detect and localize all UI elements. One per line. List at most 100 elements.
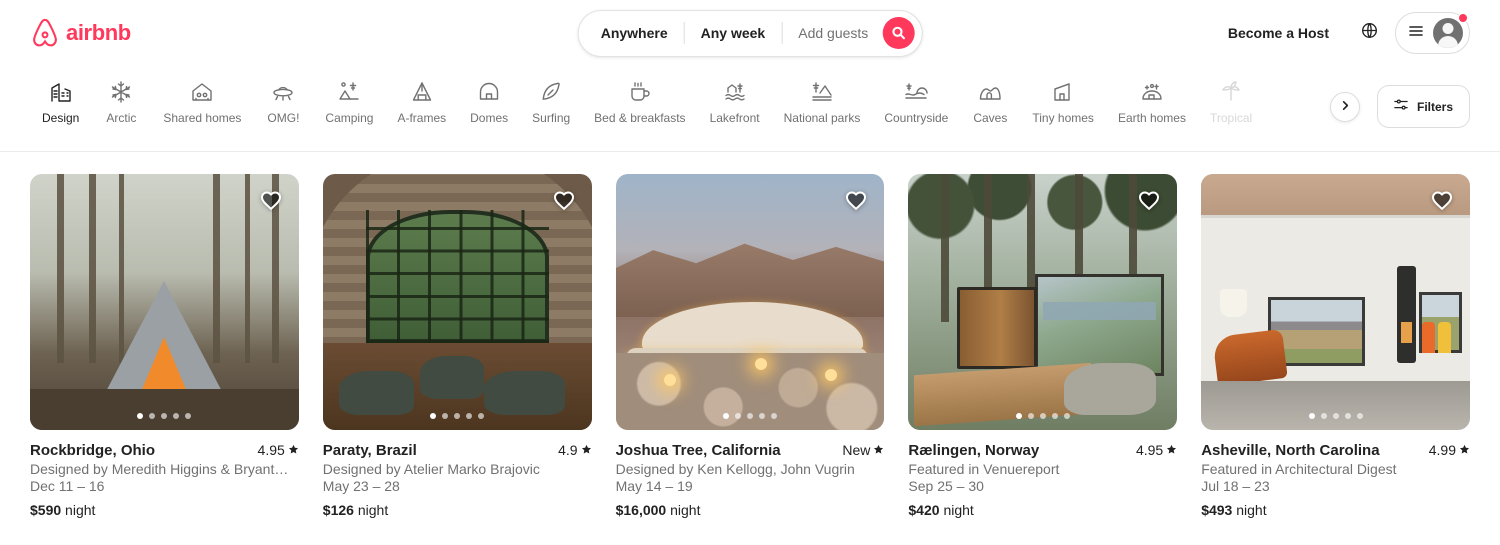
listing-card[interactable]: Joshua Tree, California New Designed by … bbox=[615, 174, 885, 518]
category-item-arctic[interactable]: Arctic bbox=[91, 66, 151, 125]
listing-price-unit: night bbox=[357, 502, 389, 518]
category-item-camping[interactable]: Camping bbox=[313, 66, 385, 125]
favorite-heart-icon[interactable] bbox=[1137, 188, 1161, 212]
photo-dot[interactable] bbox=[478, 413, 485, 419]
photo-dot[interactable] bbox=[137, 413, 144, 419]
photo-dot[interactable] bbox=[454, 413, 461, 419]
listing-price: $126 night bbox=[323, 502, 592, 518]
listing-photo-asheville bbox=[1201, 174, 1470, 430]
photo-dot[interactable] bbox=[1320, 413, 1327, 419]
photo-dot[interactable] bbox=[746, 413, 753, 419]
photo-dot[interactable] bbox=[442, 413, 449, 419]
listing-image[interactable] bbox=[908, 174, 1178, 430]
listing-price: $16,000 night bbox=[616, 502, 885, 518]
favorite-heart-icon[interactable] bbox=[1430, 188, 1454, 212]
photo-dot[interactable] bbox=[1332, 413, 1339, 419]
photo-dot[interactable] bbox=[1308, 413, 1315, 419]
photo-dot[interactable] bbox=[1344, 413, 1351, 419]
search-bar[interactable]: Anywhere Any week Add guests bbox=[577, 9, 923, 57]
category-next-button[interactable] bbox=[1330, 92, 1360, 122]
listing-dates: Jul 18 – 23 bbox=[1201, 478, 1270, 494]
category-item-domes[interactable]: Domes bbox=[458, 66, 520, 125]
category-scroller[interactable]: Design Arctic Shared homes OMG! Camping A-fra… bbox=[30, 66, 1361, 125]
photo-dot[interactable] bbox=[173, 413, 180, 419]
category-item-omg[interactable]: OMG! bbox=[253, 66, 313, 125]
category-item-surfing[interactable]: Surfing bbox=[520, 66, 582, 125]
listing-price-amount: $493 bbox=[1201, 502, 1233, 518]
category-item-earth-homes[interactable]: Earth homes bbox=[1106, 66, 1198, 125]
listing-dates: May 23 – 28 bbox=[322, 478, 400, 494]
photo-dot[interactable] bbox=[430, 413, 437, 419]
photo-dot[interactable] bbox=[466, 413, 473, 419]
listing-image[interactable] bbox=[615, 174, 885, 430]
category-label: Caves bbox=[973, 111, 1008, 125]
star-icon bbox=[288, 442, 299, 458]
photo-dot[interactable] bbox=[185, 413, 192, 419]
listing-image[interactable] bbox=[1201, 174, 1470, 430]
category-item-bed-breakfasts[interactable]: Bed & breakfasts bbox=[582, 66, 697, 125]
category-item-countryside[interactable]: Countryside bbox=[872, 66, 960, 125]
photo-dot[interactable] bbox=[734, 413, 741, 419]
listing-card[interactable]: Rælingen, Norway 4.95 Featured in Venuer… bbox=[908, 174, 1178, 518]
listing-dates: Dec 11 – 16 bbox=[30, 478, 105, 494]
category-label: Domes bbox=[470, 111, 509, 125]
category-label: Earth homes bbox=[1117, 111, 1186, 125]
filters-button[interactable]: Filters bbox=[1376, 85, 1470, 128]
profile-menu-button[interactable] bbox=[1395, 12, 1470, 54]
listing-card[interactable]: Rockbridge, Ohio 4.95 Designed by Meredi… bbox=[30, 174, 299, 518]
favorite-heart-icon[interactable] bbox=[552, 188, 576, 212]
countryside-icon bbox=[904, 80, 929, 104]
photo-dot[interactable] bbox=[161, 413, 168, 419]
listing-rating: New bbox=[842, 442, 884, 458]
category-label: Bed & breakfasts bbox=[594, 111, 686, 125]
listing-image[interactable] bbox=[322, 174, 592, 430]
airbnb-bélo-icon bbox=[30, 17, 60, 49]
category-item-design[interactable]: Design bbox=[30, 66, 91, 125]
airbnb-wordmark: airbnb bbox=[66, 20, 131, 45]
listing-price-amount: $126 bbox=[322, 502, 354, 518]
category-item-national-parks[interactable]: National parks bbox=[772, 66, 873, 125]
photo-dot[interactable] bbox=[1039, 413, 1046, 419]
category-item-caves[interactable]: Caves bbox=[960, 66, 1020, 125]
category-item-a-frames[interactable]: A-frames bbox=[385, 66, 458, 125]
listing-price-unit: night bbox=[1236, 502, 1267, 518]
star-icon bbox=[1166, 442, 1177, 458]
airbnb-logo[interactable]: airbnb bbox=[30, 17, 131, 49]
listing-price-unit: night bbox=[670, 502, 701, 518]
listing-subtitle: Designed by Meredith Higgins & Bryant… bbox=[30, 461, 289, 477]
photo-dot[interactable] bbox=[1027, 413, 1034, 419]
search-dates-segment[interactable]: Any week bbox=[685, 25, 782, 41]
photo-dot[interactable] bbox=[1063, 413, 1070, 419]
listing-title: Rælingen, Norway bbox=[908, 442, 1040, 459]
photo-dot[interactable] bbox=[770, 413, 777, 419]
hamburger-menu-icon bbox=[1408, 23, 1424, 44]
photo-dot[interactable] bbox=[1051, 413, 1058, 419]
category-item-shared-homes[interactable]: Shared homes bbox=[151, 66, 253, 125]
search-submit-button[interactable] bbox=[882, 17, 915, 49]
listing-price-amount: $590 bbox=[30, 502, 62, 518]
listing-dates: Sep 25 – 30 bbox=[908, 478, 984, 494]
photo-dot[interactable] bbox=[722, 413, 729, 419]
listing-card[interactable]: Asheville, North Carolina 4.99 Featured … bbox=[1201, 174, 1470, 518]
earth-home-icon bbox=[1140, 80, 1164, 104]
favorite-heart-icon[interactable] bbox=[259, 188, 283, 212]
listing-price-unit: night bbox=[65, 502, 96, 518]
photo-dot[interactable] bbox=[1356, 413, 1363, 419]
search-guests-segment[interactable]: Add guests bbox=[782, 25, 882, 41]
listing-card[interactable]: Paraty, Brazil 4.9 Designed by Atelier M… bbox=[322, 174, 592, 518]
category-item-tiny-homes[interactable]: Tiny homes bbox=[1020, 66, 1106, 125]
language-globe-button[interactable] bbox=[1349, 13, 1389, 53]
category-item-lakefront[interactable]: Lakefront bbox=[698, 66, 772, 125]
listing-price-amount: $16,000 bbox=[615, 502, 667, 518]
become-a-host-button[interactable]: Become a Host bbox=[1214, 13, 1343, 53]
user-avatar-icon bbox=[1433, 18, 1463, 48]
category-item-tropical[interactable]: Tropical bbox=[1198, 66, 1264, 125]
photo-dot[interactable] bbox=[149, 413, 156, 419]
listing-image[interactable] bbox=[30, 174, 299, 430]
photo-dot[interactable] bbox=[1015, 413, 1022, 419]
search-location-segment[interactable]: Anywhere bbox=[579, 25, 684, 41]
campsite-icon bbox=[337, 80, 361, 104]
favorite-heart-icon[interactable] bbox=[844, 188, 868, 212]
listing-title: Asheville, North Carolina bbox=[1201, 442, 1380, 459]
photo-dot[interactable] bbox=[758, 413, 765, 419]
